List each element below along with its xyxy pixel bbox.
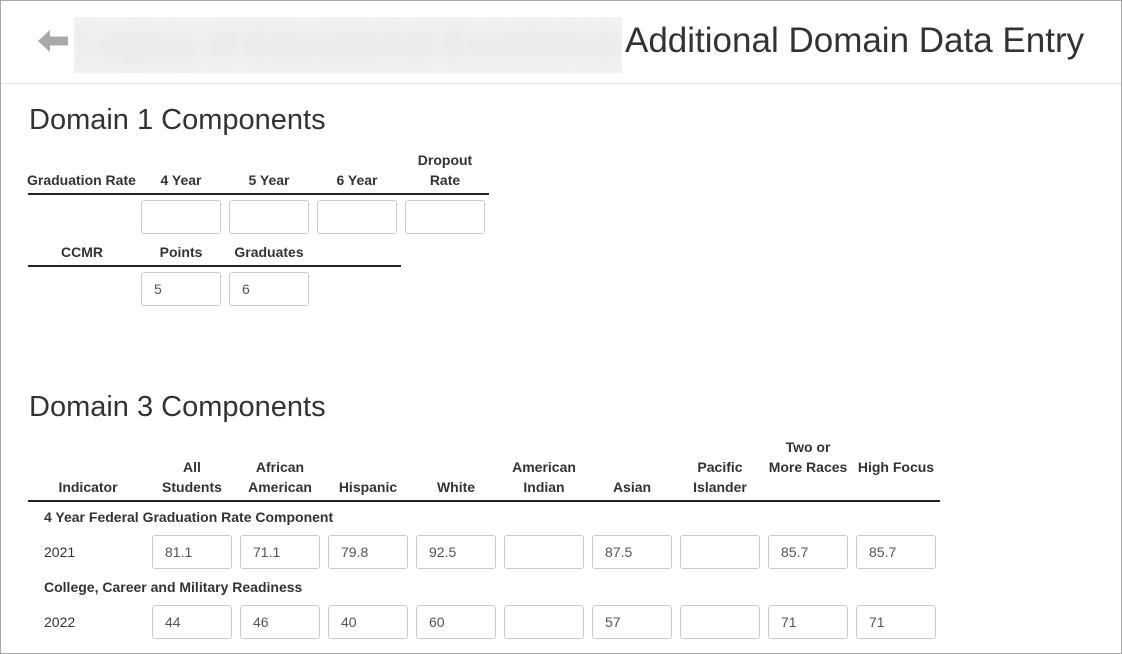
col-header-6-year: 6 Year — [336, 172, 378, 188]
grad-hispanic-input[interactable]: 79.8 — [328, 535, 408, 569]
col-header-hispanic: Hispanic — [338, 479, 398, 495]
page-header: Legacy of Educational Excellence Additio… — [1, 1, 1121, 84]
ccmr-points-input[interactable]: 5 — [141, 272, 221, 306]
ccmr-pacific-islander-input[interactable] — [680, 605, 760, 639]
col-header-graduation-rate: Graduation Rate — [27, 172, 136, 188]
row-year-2021: 2021 — [44, 544, 76, 560]
ccmr-white-input[interactable]: 60 — [416, 605, 496, 639]
arrow-left-icon — [38, 30, 68, 52]
ccmr-hispanic-input[interactable]: 40 — [328, 605, 408, 639]
grad-all-students-input[interactable]: 81.1 — [152, 535, 232, 569]
ccmr-graduates-input[interactable]: 6 — [229, 272, 309, 306]
ccmr-american-indian-input[interactable] — [504, 605, 584, 639]
col-header-4-year: 4 Year — [160, 172, 202, 188]
ccmr-all-students-input[interactable]: 44 — [152, 605, 232, 639]
col-header-african-american: African American — [248, 459, 312, 495]
header-rule — [28, 500, 940, 502]
col-header-ccmr: CCMR — [61, 244, 103, 260]
ccmr-high-focus-input[interactable]: 71 — [856, 605, 936, 639]
grad-high-focus-input[interactable]: 85.7 — [856, 535, 936, 569]
page-title: Additional Domain Data Entry — [625, 21, 1085, 60]
grad-white-input[interactable]: 92.5 — [416, 535, 496, 569]
grad-5-year-input[interactable] — [229, 200, 309, 234]
col-header-graduates: Graduates — [234, 244, 304, 260]
domain1-title: Domain 1 Components — [29, 104, 326, 136]
col-header-high-focus: High Focus — [857, 459, 935, 475]
header-rule — [28, 265, 401, 267]
grad-american-indian-input[interactable] — [504, 535, 584, 569]
ccmr-asian-input[interactable]: 57 — [592, 605, 672, 639]
ccmr-african-american-input[interactable]: 46 — [240, 605, 320, 639]
grad-4-year-input[interactable] — [141, 200, 221, 234]
col-header-all-students: All Students — [162, 459, 222, 495]
grad-two-or-more-races-input[interactable]: 85.7 — [768, 535, 848, 569]
ccmr-two-or-more-races-input[interactable]: 71 — [768, 605, 848, 639]
grad-african-american-input[interactable]: 71.1 — [240, 535, 320, 569]
header-rule — [28, 193, 489, 195]
col-header-points: Points — [159, 244, 203, 260]
col-header-pacific-islander: Pacific Islander — [693, 459, 747, 495]
dropout-rate-input[interactable] — [405, 200, 485, 234]
col-header-two-or-more-races: Two or More Races — [768, 439, 848, 475]
redacted-school-name: Legacy of Educational Excellence — [74, 17, 622, 73]
grad-pacific-islander-input[interactable] — [680, 535, 760, 569]
grad-6-year-input[interactable] — [317, 200, 397, 234]
domain3-title: Domain 3 Components — [29, 391, 326, 423]
col-header-5-year: 5 Year — [248, 172, 290, 188]
row-year-2022: 2022 — [44, 614, 76, 630]
col-header-dropout-rate: Dropout Rate — [417, 152, 473, 188]
group-label-ccmr: College, Career and Military Readiness — [44, 579, 303, 595]
col-header-american-indian: American Indian — [512, 459, 576, 495]
back-button[interactable] — [35, 27, 71, 55]
col-header-indicator: Indicator — [58, 479, 118, 495]
grad-asian-input[interactable]: 87.5 — [592, 535, 672, 569]
group-label-graduation: 4 Year Federal Graduation Rate Component — [44, 509, 334, 525]
col-header-white: White — [436, 479, 476, 495]
col-header-asian: Asian — [612, 479, 652, 495]
